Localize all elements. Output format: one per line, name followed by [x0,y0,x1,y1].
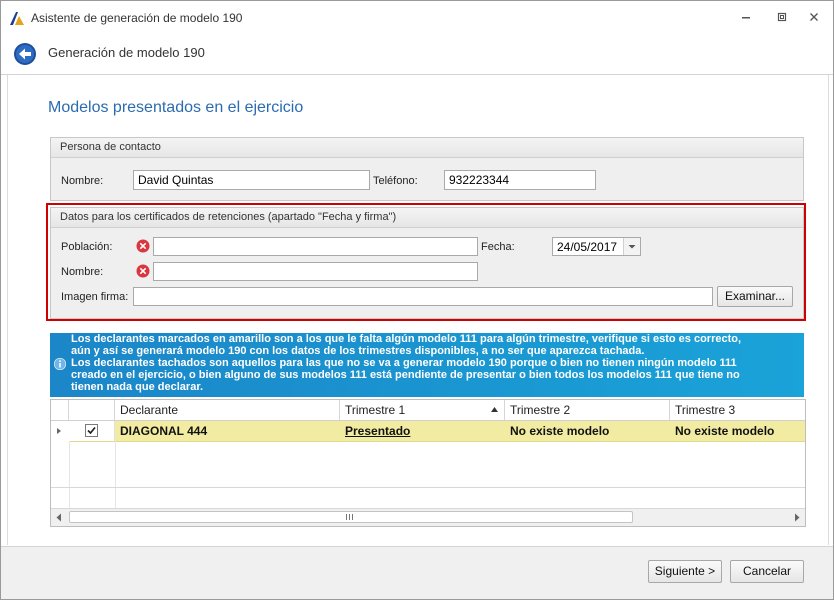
imagen-firma-label: Imagen firma: [61,291,129,303]
checkbox-column-header[interactable] [69,400,115,420]
contact-group: Persona de contacto Nombre: David Quinta… [50,137,804,201]
chevron-down-icon [628,245,636,249]
examinar-button[interactable]: Examinar... [717,286,793,307]
row-indicator-column [51,441,70,509]
row-pointer-icon [57,428,61,434]
fecha-value: 24/05/2017 [557,240,618,254]
cell-declarante[interactable]: DIAGONAL 444 [115,421,340,441]
poblacion-label: Población: [61,241,113,253]
scroll-left-icon[interactable] [55,513,63,522]
cell-trimestre-2[interactable]: No existe modelo [505,421,670,441]
content-area: Modelos presentados en el ejercicio Pers… [7,75,829,545]
scroll-right-icon[interactable] [793,513,801,522]
column-header-trimestre-1[interactable]: Trimestre 1 [340,400,505,420]
back-arrow-icon[interactable] [13,42,37,66]
window-title: Asistente de generación de modelo 190 [31,11,243,25]
error-icon [136,239,150,253]
contact-name-field[interactable]: David Quintas [133,170,370,190]
minimize-icon [742,17,750,19]
column-header-declarante[interactable]: Declarante [115,400,340,420]
horizontal-scrollbar[interactable] [51,508,805,526]
contact-group-title: Persona de contacto [60,141,161,153]
column-header-trimestre-3[interactable]: Trimestre 3 [670,400,805,420]
siguiente-button[interactable]: Siguiente > [648,560,722,583]
nombre-label: Nombre: [61,266,104,278]
wizard-window: Asistente de generación de modelo 190 Ge… [0,0,834,600]
scroll-thumb[interactable] [69,511,633,523]
contact-phone-field[interactable]: 932223344 [444,170,596,190]
wizard-header: Generación de modelo 190 [1,34,833,75]
minimize-button[interactable] [733,7,759,29]
fecha-label: Fecha: [481,241,515,253]
imagen-firma-field[interactable] [133,287,713,306]
title-bar: Asistente de generación de modelo 190 [1,1,833,34]
cancelar-button[interactable]: Cancelar [730,560,804,583]
maximize-icon [777,12,787,22]
grid-header: Declarante Trimestre 1 Trimestre 2 Trime… [51,400,805,421]
info-icon [54,358,66,370]
table-row[interactable]: DIAGONAL 444 Presentado No existe modelo… [51,421,805,442]
column-header-trimestre-1-label: Trimestre 1 [345,403,406,417]
row-indicator-header [51,400,69,420]
declarantes-grid: Declarante Trimestre 1 Trimestre 2 Trime… [50,399,806,527]
info-banner: Los declarantes marcados en amarillo son… [50,333,804,397]
contact-phone-label: Teléfono: [373,175,418,187]
header-title: Generación de modelo 190 [48,45,205,60]
certificates-group: Datos para los certificados de retencion… [50,207,804,319]
sort-ascending-icon [491,407,498,412]
contact-group-header: Persona de contacto [51,138,803,158]
fecha-dropdown-button[interactable] [623,238,640,255]
close-icon [810,13,818,21]
cell-trimestre-3[interactable]: No existe modelo [670,421,805,441]
app-logo-icon [10,12,24,25]
checkbox-column [69,441,116,509]
close-button[interactable] [801,7,827,29]
grid-separator [51,487,805,488]
column-header-trimestre-2[interactable]: Trimestre 2 [505,400,670,420]
wizard-footer: Siguiente > Cancelar [1,546,833,599]
section-title: Modelos presentados en el ejercicio [48,99,304,116]
maximize-button[interactable] [769,7,795,29]
error-icon [136,264,150,278]
certificates-group-header: Datos para los certificados de retencion… [51,208,803,228]
info-line: tienen nada que declarar. [71,381,204,393]
fecha-date-picker[interactable]: 24/05/2017 [552,237,641,256]
row-checkbox[interactable] [85,424,98,437]
contact-name-label: Nombre: [61,175,104,187]
cell-trimestre-1[interactable]: Presentado [340,421,505,441]
row-checkbox-cell [69,421,115,441]
grip-icon [346,514,353,520]
poblacion-field[interactable] [153,237,478,256]
certificates-group-title: Datos para los certificados de retencion… [60,211,397,223]
nombre-field[interactable] [153,262,478,281]
row-indicator [51,421,69,441]
